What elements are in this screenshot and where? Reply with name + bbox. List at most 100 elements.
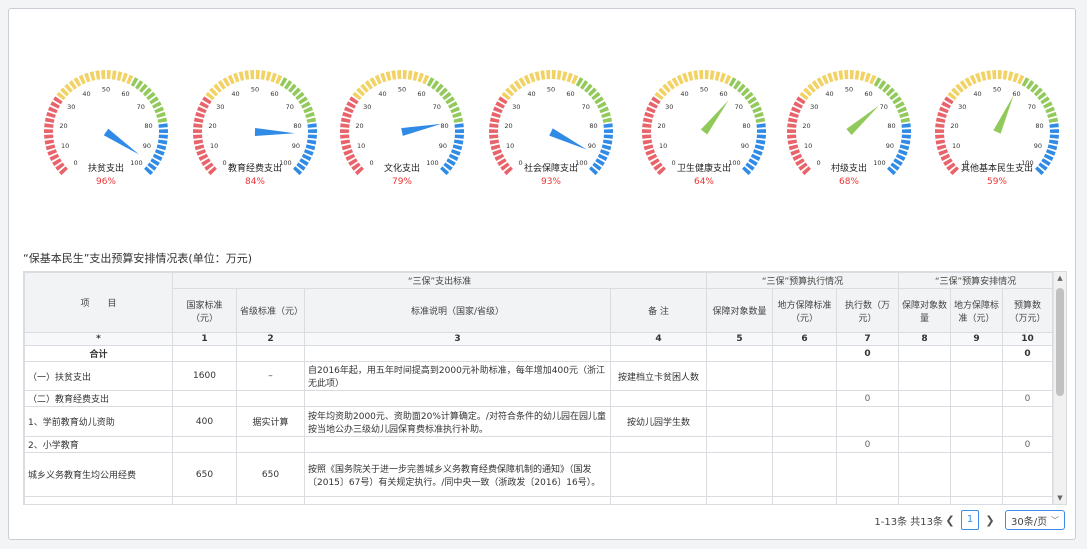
page-number-button[interactable]: 1 — [961, 510, 979, 530]
table-cell-desc — [304, 436, 611, 453]
table-cell-c10: 0 — [1002, 390, 1053, 407]
table-cell-item: （二）教育经费支出 — [24, 390, 173, 407]
table-cell-c8 — [898, 496, 951, 504]
gauge-tick-label: 80 — [589, 122, 597, 130]
gauge-segment — [193, 123, 203, 128]
gauge-segment — [602, 139, 613, 145]
gauge-segment — [407, 70, 413, 80]
gauge-tick-label: 70 — [735, 103, 743, 111]
page-size-select[interactable]: 30条/页 ﹀ — [1005, 510, 1065, 530]
gauge-segment — [306, 139, 317, 145]
table-cell-item: （一）扶贫支出 — [24, 361, 173, 391]
gauge-segment — [193, 134, 203, 139]
gauge-segment — [935, 129, 945, 133]
gauge-tick-label: 40 — [680, 90, 688, 98]
gauge: 0 10 20 30 40 50 60 70 80 90 100 社会保障支出 93% — [486, 67, 616, 197]
table-cell-c6 — [772, 496, 837, 504]
gauge-segment — [1012, 72, 1019, 83]
table-cell-c5 — [706, 390, 773, 407]
gauge-label: 卫生健康支出 — [676, 164, 731, 174]
table-cell-c9 — [950, 406, 1003, 437]
scroll-up-icon[interactable]: ▲ — [1054, 272, 1066, 284]
table-cell-national: 650 — [172, 452, 237, 497]
gauge-segment — [340, 134, 350, 139]
gauge-segment — [44, 129, 54, 133]
gauge-segment — [642, 134, 652, 139]
gauge-segment — [603, 134, 613, 139]
gauge-segment — [111, 70, 117, 80]
gauge-percent: 64% — [693, 177, 714, 187]
column-number-row: * 1 2 3 4 5 6 7 8 9 10 — [24, 332, 1053, 346]
pagination-summary: 1-13条 共13条 — [874, 516, 943, 528]
table-cell-c6 — [772, 452, 837, 497]
gauge-segment — [453, 117, 464, 123]
gauge-segment — [260, 70, 266, 80]
table-cell-desc — [304, 390, 611, 407]
gauge-segment — [452, 144, 463, 151]
column-number-cell: 4 — [610, 332, 707, 346]
table-cell-c10: 0 — [1002, 345, 1053, 362]
table-cell-remark: 按小学学生数 — [610, 496, 707, 504]
gauge-segment — [452, 111, 462, 119]
gauge-segment — [827, 72, 834, 83]
table-cell-provincial: – — [236, 361, 305, 391]
table-cell-national: 1600 — [172, 361, 237, 391]
gauge-segment — [859, 71, 866, 81]
gauge-tick-label: 20 — [504, 122, 512, 130]
gauge-segment — [193, 139, 204, 145]
gauge-segment — [489, 123, 499, 128]
table-cell-c7: 0 — [836, 345, 899, 362]
table-scrollbar[interactable]: ▲ ▼ — [1053, 272, 1066, 504]
gauge-tick-label: 20 — [802, 122, 810, 130]
gauge-tick-label: 50 — [993, 86, 1001, 94]
scroll-thumb[interactable] — [1056, 288, 1064, 396]
gauge-segment — [788, 144, 799, 151]
gauge: 0 10 20 30 40 50 60 70 80 90 100 其他基本民生支出 59% — [932, 67, 1062, 197]
header-national: 国家标准（元） — [172, 288, 237, 333]
gauge-segment — [1047, 144, 1058, 151]
gauge-segment — [980, 71, 987, 81]
gauge-segment — [193, 129, 203, 133]
gauge: 0 10 20 30 40 50 60 70 80 90 100 卫生健康支出 64% — [639, 67, 769, 197]
table-cell-national — [172, 390, 237, 407]
gauge-segment — [157, 139, 168, 145]
gauge-label: 扶贫支出 — [87, 164, 124, 174]
column-number-cell: 10 — [1002, 332, 1053, 346]
gauge-segment — [196, 149, 207, 156]
table-cell-provincial — [236, 390, 305, 407]
table-cell-desc: 按每天补助4元、一年250天和资助面6.8%计算确定。/按小学生每 — [304, 496, 611, 504]
table-cell-remark: 按建档立卡贫困人数 — [610, 361, 707, 391]
table-cell-remark — [610, 452, 707, 497]
gauge-tick-label: 90 — [886, 142, 894, 150]
gauge-tick-label: 10 — [210, 142, 218, 150]
gauge-segment — [864, 72, 871, 83]
gauge-segment — [693, 70, 699, 80]
table-cell-c7 — [836, 361, 899, 391]
gauge-tick-label: 70 — [880, 103, 888, 111]
gauge-segment — [938, 149, 949, 156]
next-page-icon[interactable]: ❯ — [983, 514, 997, 527]
gauge-tick-label: 80 — [293, 122, 301, 130]
table-cell-c10 — [1002, 361, 1053, 391]
gauge-segment — [340, 139, 351, 145]
header-plan-target: 保障对象数量 — [898, 288, 951, 333]
gauge-segment — [44, 117, 55, 123]
gauge-tick-label: 90 — [741, 142, 749, 150]
gauge-tick-label: 10 — [357, 142, 365, 150]
table-row: （二）教育经费支出 0 0 — [24, 390, 1053, 407]
gauge-segment — [194, 144, 205, 151]
gauge-segment — [342, 111, 352, 119]
gauge-segment — [719, 72, 726, 83]
gauge-segment — [489, 117, 500, 123]
gauge: 0 10 20 30 40 50 60 70 80 90 100 扶贫支出 96% — [41, 67, 171, 197]
gauge-segment — [158, 129, 168, 133]
column-number-cell: 8 — [898, 332, 951, 346]
scroll-down-icon[interactable]: ▼ — [1054, 492, 1066, 504]
prev-page-icon[interactable]: ❮ — [943, 514, 957, 527]
gauge-segment — [832, 71, 839, 81]
gauge-tick-label: 40 — [82, 90, 90, 98]
gauge-segment — [489, 139, 500, 145]
gauge-segment — [1045, 149, 1056, 156]
gauge-tick-label: 80 — [1035, 122, 1043, 130]
table-cell-c8 — [898, 452, 951, 497]
